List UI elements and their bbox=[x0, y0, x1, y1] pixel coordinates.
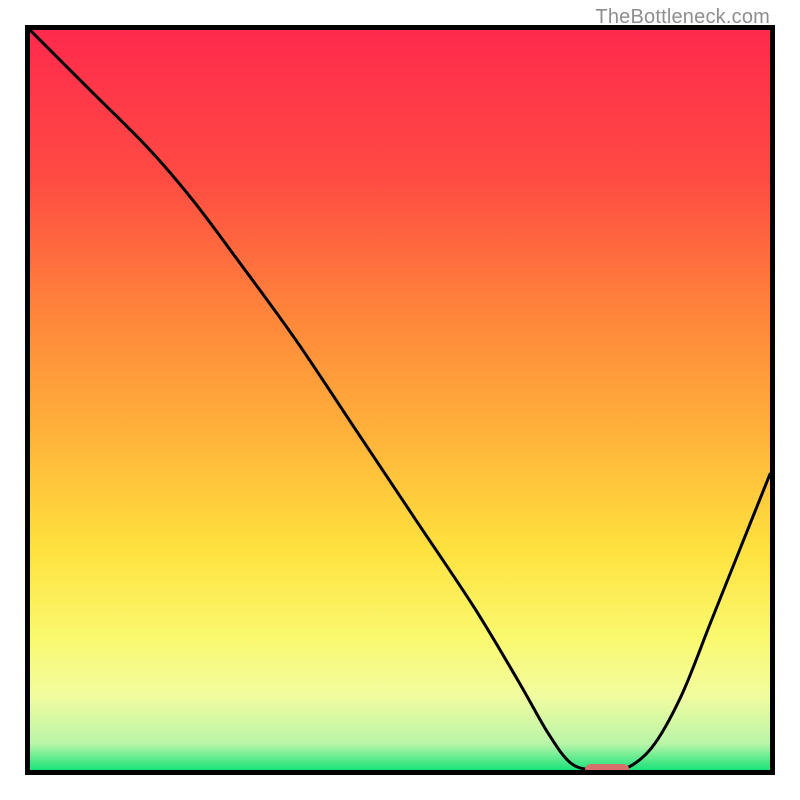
chart-svg bbox=[30, 30, 770, 770]
optimal-point-marker bbox=[585, 764, 629, 770]
attribution-label: TheBottleneck.com bbox=[595, 6, 770, 29]
chart-plot-area bbox=[30, 30, 770, 770]
